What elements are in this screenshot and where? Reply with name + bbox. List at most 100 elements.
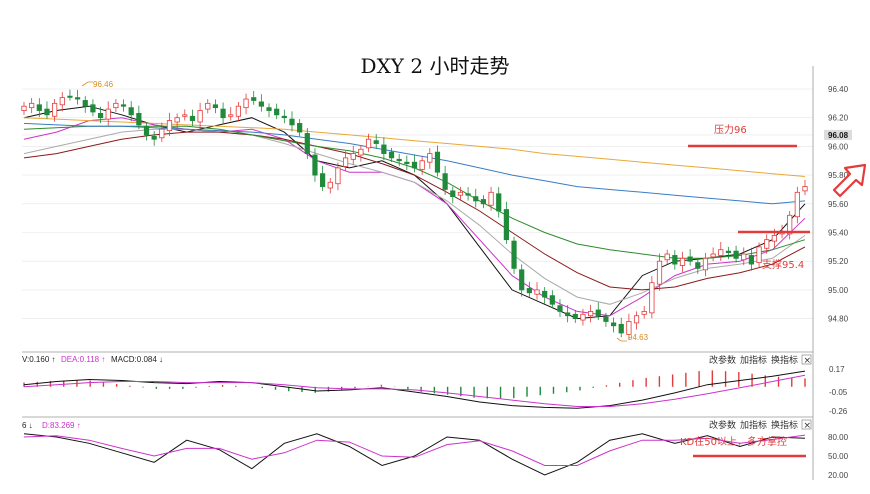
candle-body bbox=[205, 102, 211, 110]
kdj-swap-indicator-button[interactable]: 换指标 bbox=[771, 419, 798, 431]
candle-body bbox=[212, 104, 219, 109]
candle-body bbox=[794, 191, 800, 218]
candle-body bbox=[381, 144, 387, 154]
candle-body bbox=[235, 105, 241, 117]
candle-body bbox=[350, 153, 356, 160]
candle-body bbox=[457, 191, 464, 196]
macd-legend-macd: MACD:0.084 ↓ bbox=[111, 355, 163, 364]
candle-body bbox=[542, 290, 548, 298]
candle-body bbox=[274, 108, 280, 116]
candle-body bbox=[672, 255, 678, 265]
candle-body bbox=[182, 114, 188, 117]
kdj-tick-label: 80.00 bbox=[828, 433, 849, 442]
candle-body bbox=[503, 209, 509, 241]
candle-body bbox=[442, 173, 448, 190]
candle-body bbox=[36, 104, 42, 111]
candle-body bbox=[725, 250, 732, 253]
candle-body bbox=[74, 97, 81, 100]
candle-body bbox=[641, 311, 647, 315]
candle-body bbox=[588, 311, 594, 317]
dxy-2h-chart: 96.4096.2096.0896.0095.8095.6095.4095.20… bbox=[21, 66, 867, 480]
candle-body bbox=[718, 249, 724, 256]
candle-body bbox=[580, 313, 586, 321]
candle-body bbox=[266, 107, 272, 111]
candle-body bbox=[128, 107, 134, 116]
candle-body bbox=[496, 193, 502, 212]
candle-body bbox=[741, 253, 747, 261]
candle-body bbox=[702, 257, 709, 271]
candle-body bbox=[664, 253, 670, 261]
candle-body bbox=[679, 257, 686, 266]
candle-body bbox=[633, 315, 640, 324]
kdj-add-indicator-button[interactable]: 加指标 bbox=[740, 419, 767, 431]
candle-body bbox=[365, 138, 372, 149]
candle-body bbox=[82, 100, 88, 107]
candle-body bbox=[29, 102, 35, 109]
candle-body bbox=[281, 115, 287, 119]
candle-body bbox=[243, 98, 249, 109]
candle-body bbox=[480, 199, 487, 205]
candle-body bbox=[411, 161, 418, 169]
low-label: 94.63 bbox=[628, 333, 649, 342]
candle-body bbox=[488, 191, 494, 206]
high-marker bbox=[81, 81, 93, 87]
kdj-tick-label: 20.00 bbox=[828, 471, 849, 480]
candle-body bbox=[320, 173, 326, 187]
candle-body bbox=[526, 288, 532, 294]
candle-body bbox=[59, 97, 65, 106]
macd-dea-line bbox=[23, 374, 806, 407]
candle-body bbox=[358, 148, 364, 156]
candle-body bbox=[733, 250, 739, 259]
macd-close-icon[interactable]: × bbox=[804, 356, 812, 366]
candle-body bbox=[802, 186, 808, 192]
price-tick-label: 96.20 bbox=[828, 114, 849, 123]
kdj-close-icon[interactable]: × bbox=[804, 421, 812, 431]
candle-body bbox=[756, 246, 762, 264]
candle-body bbox=[289, 118, 295, 126]
candle-body bbox=[120, 104, 127, 107]
candle-body bbox=[197, 110, 203, 123]
candle-body bbox=[220, 108, 226, 119]
kd-note: KD在50以上，多方掌控 bbox=[680, 435, 787, 448]
candle-body bbox=[228, 114, 234, 117]
candle-body bbox=[610, 322, 617, 327]
candle-body bbox=[764, 239, 770, 249]
kdj-tick-label: 50.00 bbox=[828, 452, 849, 461]
price-tick-label: 96.08 bbox=[828, 131, 849, 140]
candle-body bbox=[304, 133, 310, 154]
kdj-edit-params-button[interactable]: 改参数 bbox=[709, 419, 736, 431]
candle-body bbox=[572, 313, 578, 320]
candle-body bbox=[327, 181, 333, 189]
macd-edit-params-button[interactable]: 改参数 bbox=[709, 354, 736, 366]
candle-body bbox=[748, 255, 755, 265]
candle-body bbox=[618, 323, 624, 334]
candle-body bbox=[312, 154, 318, 176]
candle-body bbox=[603, 316, 609, 322]
candle-body bbox=[258, 101, 264, 107]
candle-body bbox=[687, 256, 693, 262]
candle-body bbox=[427, 153, 433, 163]
candle-body bbox=[342, 157, 349, 167]
candle-body bbox=[174, 117, 180, 123]
candle-body bbox=[595, 309, 601, 317]
ma-line-0 bbox=[23, 105, 806, 320]
macd-add-indicator-button[interactable]: 加指标 bbox=[740, 354, 767, 366]
candle-body bbox=[44, 108, 50, 116]
candle-body bbox=[404, 161, 410, 165]
kdj-legend-d: D:83.269 ↑ bbox=[42, 421, 81, 430]
macd-legend-dif: V:0.160 ↑ bbox=[22, 355, 56, 364]
price-tick-label: 94.80 bbox=[828, 315, 849, 324]
candle-body bbox=[519, 269, 525, 291]
resistance-label: 压力96 bbox=[714, 123, 747, 136]
candle-body bbox=[21, 105, 27, 111]
price-tick-label: 96.00 bbox=[828, 142, 849, 151]
candle-body bbox=[656, 260, 663, 285]
candle-body bbox=[67, 95, 73, 98]
ma-line-1 bbox=[23, 117, 806, 317]
candle-body bbox=[511, 240, 517, 269]
candle-body bbox=[534, 289, 540, 295]
macd-swap-indicator-button[interactable]: 换指标 bbox=[771, 354, 798, 366]
candle-body bbox=[649, 282, 655, 314]
candle-body bbox=[105, 108, 111, 120]
kdj-legend-k: 6 ↓ bbox=[22, 421, 33, 430]
